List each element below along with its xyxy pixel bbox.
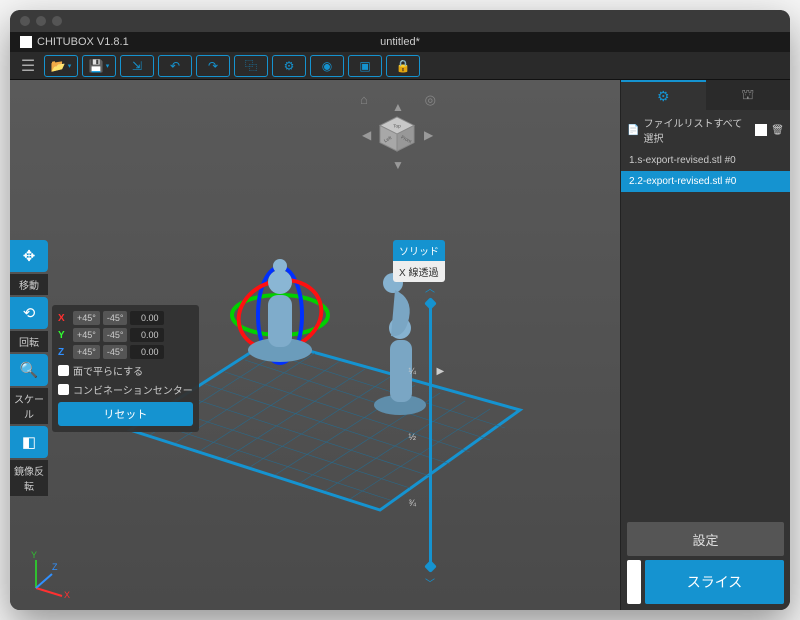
slider-play-icon[interactable]: ▶ <box>437 366 445 377</box>
file-item-1[interactable]: 1.s-export-revised.stl #0 <box>621 150 790 171</box>
model-selected[interactable] <box>230 259 331 363</box>
rotate-x-minus-button[interactable]: -45° <box>103 311 128 325</box>
mirror-label: 鏡像反転 <box>10 460 48 496</box>
rotate-x-value[interactable]: 0.00 <box>130 311 164 325</box>
mirror-tool-button[interactable]: ◧ <box>10 426 48 458</box>
orbit-right-icon[interactable]: ▶ <box>424 128 433 142</box>
rotate-x-row: X +45° -45° 0.00 <box>58 311 193 325</box>
main-area: ✥ 移動 ⟲ 回転 🔍 スケール ◧ 鏡像反転 X +45° -45° 0.00… <box>10 80 790 610</box>
viewport-3d[interactable]: ✥ 移動 ⟲ 回転 🔍 スケール ◧ 鏡像反転 X +45° -45° 0.00… <box>10 80 620 610</box>
flatten-row[interactable]: 面で平らにする <box>58 363 193 378</box>
svg-text:Z: Z <box>52 562 58 572</box>
tick-1: ¼ <box>409 366 417 376</box>
delete-icon[interactable]: 🗑 <box>771 125 784 136</box>
file-list-header: 📄 ファイルリストすべて選択 🗑 <box>621 110 790 150</box>
svg-text:Top: Top <box>393 123 401 129</box>
axis-x-label: X <box>58 313 70 324</box>
rotate-y-plus-button[interactable]: +45° <box>73 328 100 342</box>
orbit-left-icon[interactable]: ◀ <box>362 128 371 142</box>
app-name: CHITUBOX V1.8.1 <box>37 36 129 48</box>
tick-3: ¾ <box>409 498 417 508</box>
settings-button[interactable]: 設定 <box>627 522 784 556</box>
axis-y-label: Y <box>58 330 70 341</box>
mac-titlebar <box>10 10 790 32</box>
flatten-checkbox[interactable] <box>58 365 69 376</box>
axis-gizmo-icon: Y X Z <box>22 548 72 598</box>
redo-button[interactable]: ↷ <box>196 55 230 77</box>
rotate-panel: X +45° -45° 0.00 Y +45° -45° 0.00 Z +45°… <box>52 305 199 432</box>
rotate-z-plus-button[interactable]: +45° <box>73 345 100 359</box>
hollow-button[interactable]: ◉ <box>310 55 344 77</box>
svg-text:X: X <box>64 590 70 598</box>
combination-row[interactable]: コンビネーションセンター <box>58 382 193 397</box>
document-title: untitled* <box>380 36 420 48</box>
layer-slider[interactable]: ︿ ¼ ▶ ½ ¾ ﹀ <box>415 280 445 590</box>
reset-button[interactable]: リセット <box>58 402 193 426</box>
tab-supports-icon[interactable]: ⛫ <box>706 80 791 110</box>
move-label: 移動 <box>10 274 48 295</box>
support-button[interactable]: ▣ <box>348 55 382 77</box>
orbit-up-icon[interactable]: ▲ <box>392 100 404 114</box>
slider-down-icon[interactable]: ﹀ <box>425 575 435 590</box>
rotate-y-row: Y +45° -45° 0.00 <box>58 328 193 342</box>
rotate-z-value[interactable]: 0.00 <box>130 345 164 359</box>
close-icon[interactable] <box>20 16 30 26</box>
move-tool-button[interactable]: ✥ <box>10 240 48 272</box>
file-item-2[interactable]: 2.2-export-revised.stl #0 <box>621 171 790 192</box>
rotate-tool-button[interactable]: ⟲ <box>10 297 48 329</box>
app-window: CHITUBOX V1.8.1 untitled* ☰ 📂 💾 ⇲ ↶ ↷ ⿻ … <box>10 10 790 610</box>
app-header: CHITUBOX V1.8.1 untitled* <box>10 32 790 52</box>
view-cube-widget: ⌂ ◎ ▲ ▼ ◀ ▶ Top Left Front <box>350 90 440 180</box>
right-tabs: ⚙ ⛫ <box>621 80 790 110</box>
rotate-z-row: Z +45° -45° 0.00 <box>58 345 193 359</box>
scale-tool-button[interactable]: 🔍 <box>10 354 48 386</box>
file-add-icon[interactable]: 📄 <box>627 125 639 136</box>
hamburger-menu-icon[interactable]: ☰ <box>16 55 40 77</box>
perspective-icon[interactable]: ◎ <box>425 92 436 108</box>
render-solid-button[interactable]: ソリッド <box>393 240 445 261</box>
open-button[interactable]: 📂 <box>44 55 78 77</box>
render-xray-button[interactable]: X 線透過 <box>393 261 445 282</box>
tick-2: ½ <box>409 432 417 442</box>
toolbar: ☰ 📂 💾 ⇲ ↶ ↷ ⿻ ⚙ ◉ ▣ 🔒 <box>10 52 790 80</box>
repair-button[interactable]: ⚙ <box>272 55 306 77</box>
rotate-y-value[interactable]: 0.00 <box>130 328 164 342</box>
slice-button[interactable]: スライス <box>645 560 784 604</box>
tab-settings-icon[interactable]: ⚙ <box>621 80 706 110</box>
rotate-y-minus-button[interactable]: -45° <box>103 328 128 342</box>
undo-button[interactable]: ↶ <box>158 55 192 77</box>
rotate-label: 回転 <box>10 331 48 352</box>
rotate-z-minus-button[interactable]: -45° <box>103 345 128 359</box>
minimize-icon[interactable] <box>36 16 46 26</box>
flatten-label: 面で平らにする <box>73 363 143 378</box>
file-header-label: ファイルリストすべて選択 <box>643 115 751 145</box>
app-logo-icon <box>20 36 32 48</box>
render-mode-toggle: ソリッド X 線透過 <box>393 240 445 282</box>
right-panel: ⚙ ⛫ 📄 ファイルリストすべて選択 🗑 1.s-export-revised.… <box>620 80 790 610</box>
select-all-checkbox[interactable] <box>755 124 767 136</box>
rotate-x-plus-button[interactable]: +45° <box>73 311 100 325</box>
slider-track[interactable]: ¼ ▶ ½ ¾ <box>429 303 432 567</box>
axis-z-label: Z <box>58 347 70 358</box>
copy-button[interactable]: ⿻ <box>234 55 268 77</box>
scale-label: スケール <box>10 388 48 424</box>
slice-row: スライス <box>627 560 784 604</box>
svg-text:Y: Y <box>31 550 37 560</box>
combination-label: コンビネーションセンター <box>73 382 193 397</box>
zoom-icon[interactable] <box>52 16 62 26</box>
orbit-down-icon[interactable]: ▼ <box>392 158 404 172</box>
combination-checkbox[interactable] <box>58 384 69 395</box>
slider-up-icon[interactable]: ︿ <box>425 280 435 295</box>
home-view-icon[interactable]: ⌂ <box>360 92 368 107</box>
screenshot-button[interactable]: 🔒 <box>386 55 420 77</box>
import-button[interactable]: ⇲ <box>120 55 154 77</box>
view-cube-icon[interactable]: Top Left Front <box>378 116 416 152</box>
save-button[interactable]: 💾 <box>82 55 116 77</box>
slice-preview-icon[interactable] <box>627 560 641 604</box>
transform-tools: ✥ 移動 ⟲ 回転 🔍 スケール ◧ 鏡像反転 <box>10 240 48 496</box>
